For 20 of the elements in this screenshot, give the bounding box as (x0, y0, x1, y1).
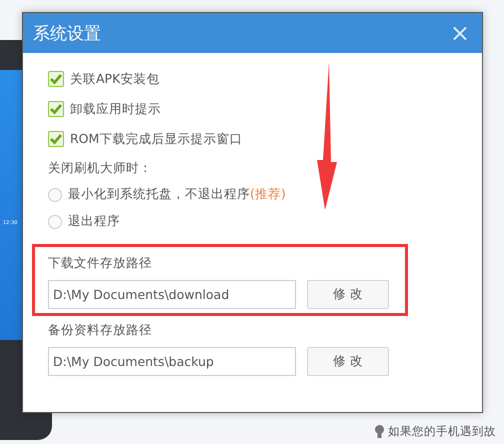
checkbox-label: ROM下载完成后显示提示窗口 (70, 130, 242, 148)
checkbox[interactable] (48, 131, 64, 147)
dialog-title: 系统设置 (33, 22, 101, 44)
checkbox-label: 卸载应用时提示 (70, 100, 161, 118)
radio-button[interactable] (48, 214, 62, 228)
radio-label: 最小化到系统托盘，不退出程序(推荐) (68, 186, 286, 203)
path-label: 下载文件存放路径 (48, 255, 153, 272)
section-label: 关闭刷机大师时： (48, 160, 153, 177)
checkbox[interactable] (48, 71, 64, 87)
hint-text: 如果您的手机遇到故 (388, 424, 496, 439)
path-label: 备份资料存放路径 (48, 322, 153, 339)
lightbulb-icon (375, 424, 384, 438)
modify-button[interactable]: 修 改 (307, 280, 389, 309)
path-field[interactable]: D:\My Documents\download (48, 280, 296, 309)
checkbox[interactable] (48, 101, 64, 117)
checkbox-label: 关联APK安装包 (70, 70, 160, 88)
radio-button[interactable] (48, 188, 62, 202)
radio-label: 退出程序 (68, 213, 120, 230)
path-field[interactable]: D:\My Documents\backup (48, 347, 296, 376)
modify-button[interactable]: 修 改 (307, 347, 389, 376)
